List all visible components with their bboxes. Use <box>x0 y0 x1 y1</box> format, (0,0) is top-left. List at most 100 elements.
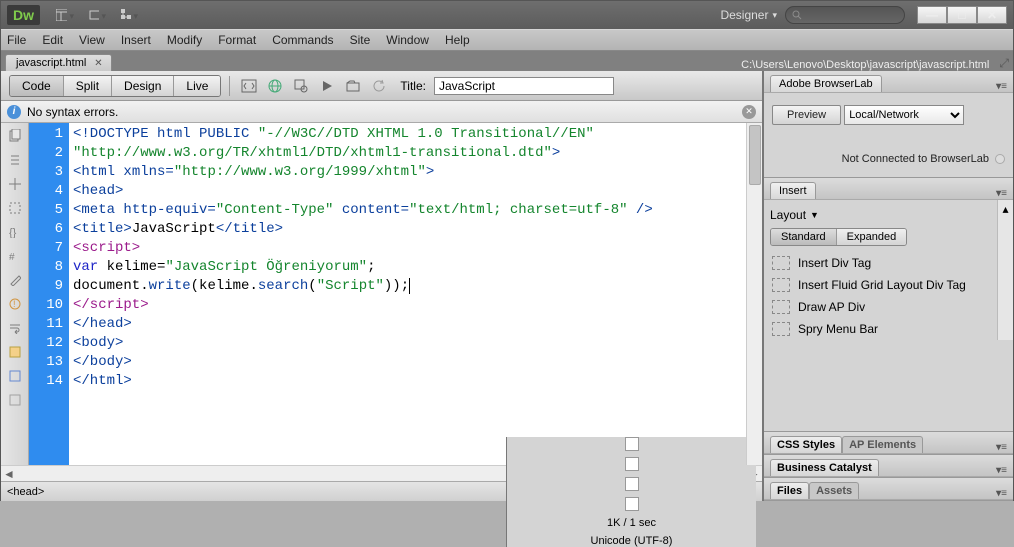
menu-site[interactable]: Site <box>350 33 371 47</box>
workspace-switcher[interactable]: Designer▾ <box>720 8 777 22</box>
line-numbers-icon[interactable]: # <box>6 247 24 265</box>
highlight-icon[interactable] <box>6 271 24 289</box>
file-mgmt-icon[interactable] <box>342 76 364 96</box>
view-design-button[interactable]: Design <box>112 76 174 96</box>
business-catalyst-panel: Business Catalyst ▾≡ <box>764 455 1013 478</box>
insert-panel: Insert ▾≡ Layout ▼ Standard Expanded Ins… <box>764 178 1013 432</box>
scrollbar-thumb[interactable] <box>749 125 761 185</box>
view-live-button[interactable]: Live <box>174 76 220 96</box>
document-tab[interactable]: javascript.html ✕ <box>5 54 112 71</box>
browserlab-status: Not Connected to BrowserLab <box>842 153 989 165</box>
panel-menu-icon[interactable]: ▾≡ <box>996 81 1007 92</box>
fluid-grid-icon <box>772 278 790 292</box>
document-tab-label: javascript.html <box>16 57 86 69</box>
globe-icon[interactable] <box>264 76 286 96</box>
menu-commands[interactable]: Commands <box>272 33 333 47</box>
expanded-button[interactable]: Expanded <box>837 229 907 245</box>
menu-insert[interactable]: Insert <box>121 33 151 47</box>
view-code-button[interactable]: Code <box>10 76 64 96</box>
tag-selector[interactable]: <head> <box>7 486 44 498</box>
inspect-icon[interactable] <box>290 76 312 96</box>
files-panel: Files Assets ▾≡ <box>764 478 1013 501</box>
panel-menu-icon[interactable]: ▾≡ <box>996 465 1007 476</box>
files-header[interactable]: Files Assets ▾≡ <box>764 478 1013 500</box>
browserlab-tab[interactable]: Adobe BrowserLab <box>770 75 882 92</box>
syntax-icon[interactable]: ! <box>6 295 24 313</box>
css-panel: CSS Styles AP Elements ▾≡ <box>764 432 1013 455</box>
play-icon[interactable] <box>316 76 338 96</box>
insert-header[interactable]: Insert ▾≡ <box>764 178 1013 200</box>
menu-help[interactable]: Help <box>445 33 470 47</box>
menu-view[interactable]: View <box>79 33 105 47</box>
menu-format[interactable]: Format <box>218 33 256 47</box>
css-styles-tab[interactable]: CSS Styles <box>770 436 842 453</box>
indent-icon[interactable] <box>6 367 24 385</box>
balance-icon[interactable]: {} <box>6 223 24 241</box>
bc-header[interactable]: Business Catalyst ▾≡ <box>764 455 1013 477</box>
svg-text:#: # <box>9 252 15 262</box>
network-select[interactable]: Local/Network <box>844 105 964 125</box>
menu-file[interactable]: File <box>7 33 26 47</box>
status-size: 1K / 1 sec <box>607 517 656 529</box>
syntax-close-icon[interactable]: ✕ <box>742 105 756 119</box>
menu-edit[interactable]: Edit <box>42 33 63 47</box>
maximize-button[interactable]: □ <box>947 6 977 24</box>
insert-item-apdiv[interactable]: Draw AP Div <box>770 296 991 318</box>
panel-menu-icon[interactable]: ▾≡ <box>996 488 1007 499</box>
ap-elements-tab[interactable]: AP Elements <box>842 436 923 453</box>
insert-item-fluid[interactable]: Insert Fluid Grid Layout Div Tag <box>770 274 991 296</box>
tab-close-icon[interactable]: ✕ <box>94 58 102 69</box>
extend-icon[interactable] <box>88 7 106 23</box>
preview-button[interactable]: Preview <box>772 105 841 125</box>
search-box[interactable] <box>785 6 905 24</box>
assets-tab[interactable]: Assets <box>809 482 859 499</box>
svg-text:{}: {} <box>9 227 17 238</box>
title-input[interactable] <box>434 77 614 95</box>
expand-all-icon[interactable] <box>6 175 24 193</box>
status-icon-3[interactable] <box>625 477 639 491</box>
minimize-button[interactable]: — <box>917 6 947 24</box>
document-tab-bar: javascript.html ✕ C:\Users\Lenovo\Deskto… <box>1 51 1013 71</box>
view-switcher: Code Split Design Live <box>9 75 221 97</box>
insert-tab[interactable]: Insert <box>770 182 816 199</box>
close-button[interactable]: ✕ <box>977 6 1007 24</box>
vertical-scrollbar[interactable] <box>746 123 762 465</box>
bc-tab[interactable]: Business Catalyst <box>770 459 879 476</box>
menu-modify[interactable]: Modify <box>167 33 202 47</box>
document-path: C:\Users\Lenovo\Desktop\javascript\javas… <box>741 59 989 71</box>
scroll-left-icon[interactable]: ◄ <box>1 466 17 481</box>
titlebar-icons <box>56 7 720 23</box>
browserlab-header[interactable]: Adobe BrowserLab ▾≡ <box>764 71 1013 93</box>
css-header[interactable]: CSS Styles AP Elements ▾≡ <box>764 432 1013 454</box>
open-docs-icon[interactable] <box>6 127 24 145</box>
view-split-button[interactable]: Split <box>64 76 112 96</box>
format-icon[interactable] <box>6 391 24 409</box>
code-editor: {} # ! 1234567891011121314 <!DOCTYPE htm… <box>1 123 762 465</box>
browserlab-panel: Adobe BrowserLab ▾≡ Preview Local/Networ… <box>764 71 1013 178</box>
panels-column: Adobe BrowserLab ▾≡ Preview Local/Networ… <box>763 71 1013 501</box>
syntax-message: No syntax errors. <box>27 105 118 119</box>
expand-icon[interactable]: ⤢ <box>999 56 1009 71</box>
collapse-icon[interactable] <box>6 151 24 169</box>
site-icon[interactable] <box>120 7 138 23</box>
wrap-icon[interactable] <box>6 319 24 337</box>
files-tab[interactable]: Files <box>770 482 809 499</box>
panel-menu-icon[interactable]: ▾≡ <box>996 188 1007 199</box>
snippets-icon[interactable] <box>6 343 24 361</box>
select-parent-icon[interactable] <box>6 199 24 217</box>
insert-category[interactable]: Layout ▼ <box>770 208 991 222</box>
insert-item-spry[interactable]: Spry Menu Bar <box>770 318 991 340</box>
title-label: Title: <box>400 79 426 93</box>
live-code-icon[interactable] <box>238 76 260 96</box>
layout-icon[interactable] <box>56 7 74 23</box>
code-area[interactable]: <!DOCTYPE html PUBLIC "-//W3C//DTD XHTML… <box>69 123 746 465</box>
ap-div-icon <box>772 300 790 314</box>
panel-menu-icon[interactable]: ▾≡ <box>996 442 1007 453</box>
status-icon-4[interactable] <box>625 497 639 511</box>
menu-window[interactable]: Window <box>386 33 429 47</box>
insert-scrollbar[interactable]: ▴ <box>997 200 1013 340</box>
spry-icon <box>772 322 790 336</box>
refresh-icon[interactable] <box>368 76 390 96</box>
standard-button[interactable]: Standard <box>771 229 837 245</box>
insert-item-div[interactable]: Insert Div Tag <box>770 252 991 274</box>
